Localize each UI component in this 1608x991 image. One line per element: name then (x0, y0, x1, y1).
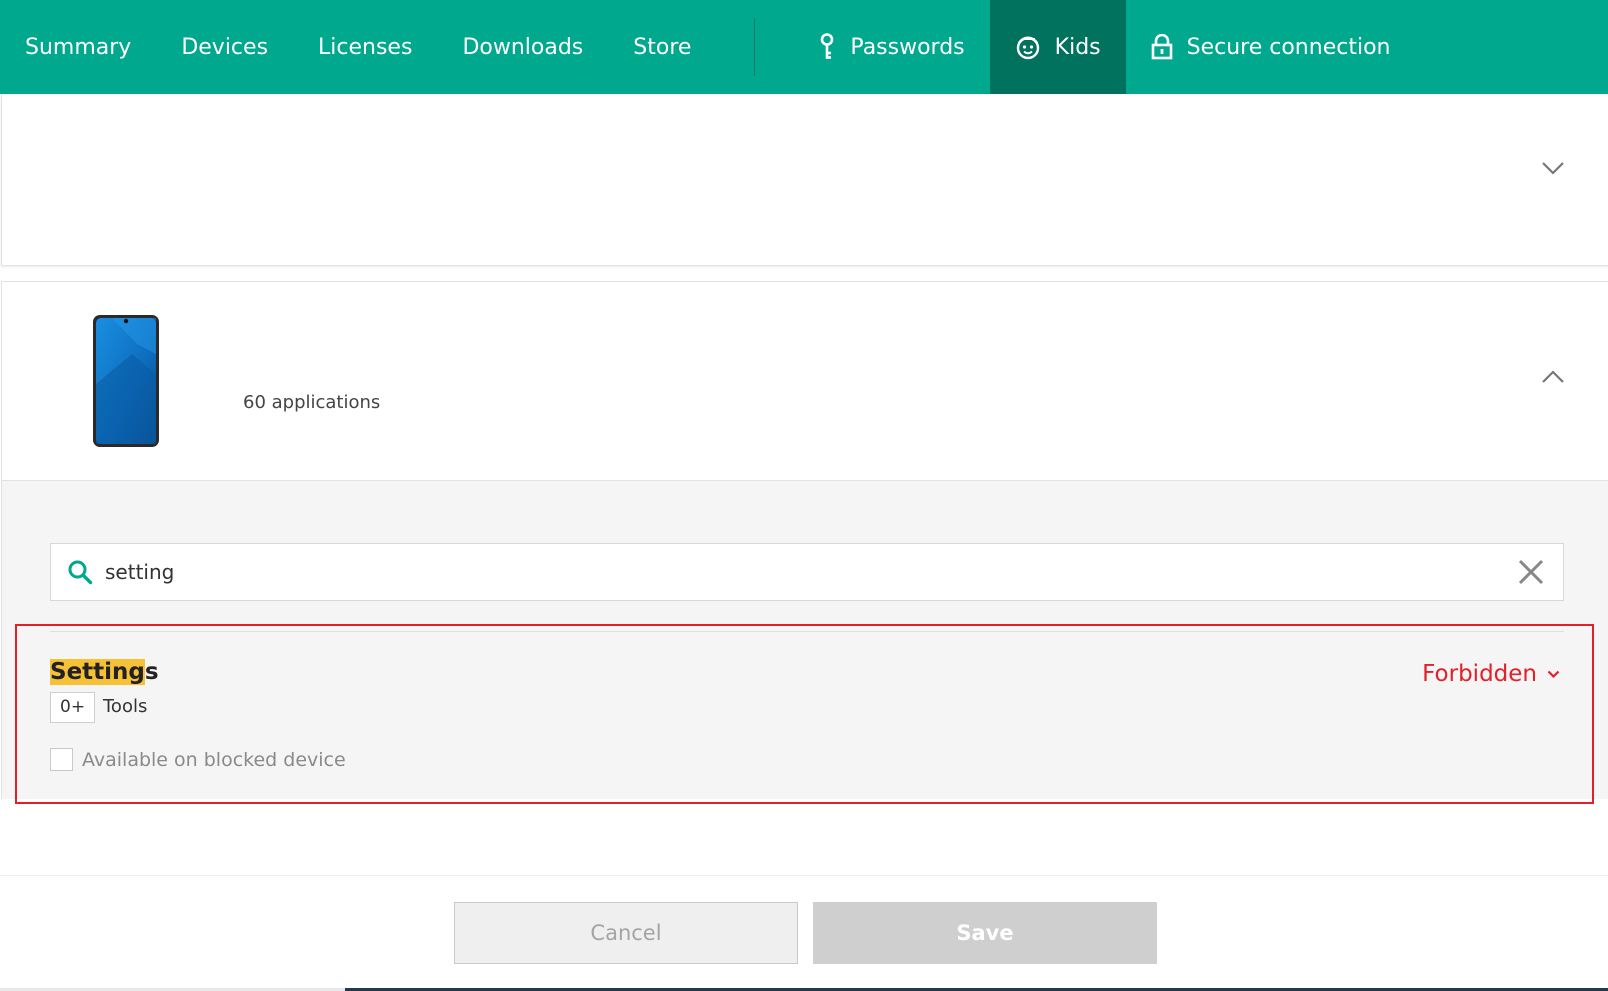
search-match-highlight: Setting (50, 659, 145, 685)
access-status-label: Forbidden (1422, 661, 1537, 687)
save-button[interactable]: Save (813, 902, 1157, 964)
key-icon (818, 33, 836, 61)
application-name-rest: s (144, 659, 159, 685)
chevron-down-icon (1547, 670, 1560, 679)
nav-downloads[interactable]: Downloads (437, 0, 608, 94)
lock-icon (1151, 34, 1173, 60)
nav-devices-label: Devices (181, 34, 269, 60)
nav-licenses-label: Licenses (318, 34, 413, 60)
collapsed-device-card[interactable] (1, 94, 1608, 266)
nav-devices[interactable]: Devices (131, 0, 293, 94)
nav-secure-connection[interactable]: Secure connection (1126, 0, 1416, 94)
device-card: 60 applications (1, 281, 1608, 481)
available-checkbox[interactable] (50, 748, 73, 771)
search-icon (67, 559, 93, 585)
row-divider (50, 631, 1564, 632)
chevron-down-icon[interactable] (1535, 150, 1571, 186)
kid-face-icon (1015, 34, 1041, 60)
footer-actions: Cancel Save (0, 875, 1608, 991)
application-row: Settings 0+ Tools Available on blocked d… (50, 631, 1564, 791)
nav-kids-label: Kids (1054, 34, 1101, 60)
search-input[interactable] (105, 552, 1465, 592)
available-on-blocked-device-option[interactable]: Available on blocked device (50, 748, 346, 771)
age-rating-badge: 0+ (50, 692, 96, 723)
access-status-dropdown[interactable]: Forbidden (1422, 661, 1560, 687)
cancel-button[interactable]: Cancel (454, 902, 798, 964)
nav-passwords-label: Passwords (850, 34, 965, 60)
nav-downloads-label: Downloads (462, 34, 584, 60)
application-category: Tools (103, 696, 148, 717)
nav-summary-label: Summary (25, 34, 132, 60)
search-box (50, 543, 1564, 601)
application-name: Settings (50, 659, 159, 685)
smartphone-icon (92, 314, 160, 452)
nav-kids[interactable]: Kids (989, 0, 1126, 94)
applications-count: 60 applications (243, 392, 381, 413)
available-label: Available on blocked device (82, 748, 346, 771)
nav-summary[interactable]: Summary (0, 0, 131, 94)
nav-passwords[interactable]: Passwords (793, 0, 989, 94)
nav-separator (754, 18, 756, 76)
top-navigation: Summary Devices Licenses Downloads Store… (0, 0, 1608, 94)
nav-store-label: Store (633, 34, 692, 60)
close-icon[interactable] (1517, 558, 1545, 586)
applications-panel: Settings 0+ Tools Available on blocked d… (1, 481, 1608, 799)
nav-store[interactable]: Store (608, 0, 716, 94)
chevron-up-icon[interactable] (1535, 359, 1571, 395)
nav-secure-connection-label: Secure connection (1186, 34, 1391, 60)
nav-licenses[interactable]: Licenses (293, 0, 437, 94)
